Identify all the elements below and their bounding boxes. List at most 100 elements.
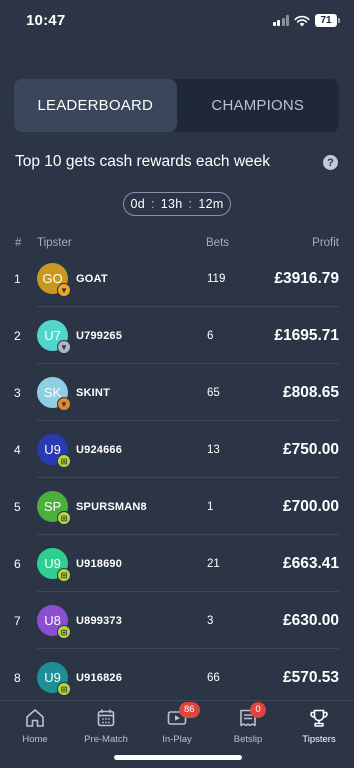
cash-reward-badge-icon: ⊞ <box>57 568 71 582</box>
cash-reward-badge-icon: ⊞ <box>57 511 71 525</box>
rank-number: 8 <box>14 670 21 685</box>
bets-count: 66 <box>207 671 220 684</box>
avatar[interactable]: GO ▼ <box>37 263 71 297</box>
nav-in-play[interactable]: 86 In-Play <box>142 702 212 745</box>
tipster-name: GOAT <box>76 272 108 285</box>
promo-text: Top 10 gets cash rewards each week <box>15 153 271 170</box>
avatar[interactable]: U9 ⊞ <box>37 662 71 696</box>
trophy-badge-icon: ▼ <box>57 283 71 297</box>
nav-pre-match[interactable]: Pre-Match <box>71 705 141 745</box>
rank-number: 2 <box>14 328 21 343</box>
leaderboard-row[interactable]: 1 GO ▼ GOAT 119 £3916.79 <box>0 250 354 307</box>
leaderboard-row[interactable]: 8 U9 ⊞ U916826 66 £570.53 <box>0 649 354 706</box>
profit-value: £3916.79 <box>274 269 339 287</box>
trophy-badge-icon: ▼ <box>57 397 71 411</box>
tipster-name: U924666 <box>76 443 123 456</box>
leaderboard-row[interactable]: 3 SK ▼ SKINT 65 £808.65 <box>0 364 354 421</box>
bets-count: 119 <box>207 272 226 285</box>
tipster-name: U918690 <box>76 557 123 570</box>
video-icon: 86 <box>164 702 200 731</box>
countdown-minutes: 12m <box>198 197 224 211</box>
nav-in-play-label: In-Play <box>162 734 192 745</box>
trophy-badge-icon: ▼ <box>57 340 71 354</box>
rank-number: 3 <box>14 385 21 400</box>
countdown-separator: : <box>188 197 193 211</box>
tab-leaderboard[interactable]: LEADERBOARD <box>14 79 177 132</box>
avatar[interactable]: U9 ⊞ <box>37 548 71 582</box>
rank-number: 4 <box>14 442 21 457</box>
profit-value: £750.00 <box>282 440 339 458</box>
nav-betslip[interactable]: 0 Betslip <box>213 702 283 745</box>
leaderboard-row[interactable]: 5 SP ⊞ SPURSMAN8 1 £700.00 <box>0 478 354 535</box>
profit-value: £1695.71 <box>274 326 339 344</box>
rank-number: 1 <box>14 271 21 286</box>
column-header-bets: Bets <box>206 237 230 249</box>
avatar-initials: U9 <box>44 670 61 685</box>
tipster-name: U799265 <box>76 329 123 342</box>
status-bar: 10:47 71 <box>0 0 354 44</box>
in-play-count-badge: 86 <box>179 702 200 718</box>
avatar[interactable]: SK ▼ <box>37 377 71 411</box>
profit-value: £570.53 <box>282 668 339 686</box>
bets-count: 65 <box>207 386 220 399</box>
bets-count: 6 <box>207 329 214 342</box>
avatar[interactable]: U9 ⊞ <box>37 434 71 468</box>
avatar-initials: U9 <box>44 556 61 571</box>
nav-tipsters[interactable]: Tipsters <box>284 705 354 745</box>
home-icon <box>22 705 48 731</box>
tipster-name: SKINT <box>76 386 110 399</box>
betslip-count-badge: 0 <box>250 702 266 718</box>
tipster-name: U899373 <box>76 614 123 627</box>
countdown-timer: 0d : 13h : 12m <box>123 192 231 216</box>
profit-value: £808.65 <box>282 383 339 401</box>
leaderboard-row[interactable]: 2 U7 ▼ U799265 6 £1695.71 <box>0 307 354 364</box>
bets-count: 3 <box>207 614 214 627</box>
bets-count: 13 <box>207 443 220 456</box>
rank-number: 7 <box>14 613 21 628</box>
calendar-icon <box>93 705 119 731</box>
nav-pre-match-label: Pre-Match <box>84 734 128 745</box>
countdown-hours: 13h <box>160 197 183 211</box>
avatar-initials: U9 <box>44 442 61 457</box>
column-header-tipster: Tipster <box>37 237 72 249</box>
nav-home[interactable]: Home <box>0 705 70 745</box>
cash-reward-badge-icon: ⊞ <box>57 625 71 639</box>
bets-count: 1 <box>207 500 214 513</box>
profit-value: £700.00 <box>282 497 339 515</box>
bottom-navigation: Home Pre-Match 86 In-Play 0 Betslip Tips… <box>0 700 354 768</box>
nav-betslip-label: Betslip <box>233 734 263 745</box>
status-time: 10:47 <box>26 12 66 29</box>
nav-home-label: Home <box>22 734 48 745</box>
cash-reward-badge-icon: ⊞ <box>57 454 71 468</box>
leaderboard-row[interactable]: 7 U8 ⊞ U899373 3 £630.00 <box>0 592 354 649</box>
cellular-signal-icon <box>272 15 289 26</box>
leaderboard-row[interactable]: 6 U9 ⊞ U918690 21 £663.41 <box>0 535 354 592</box>
leaderboard-row[interactable]: 4 U9 ⊞ U924666 13 £750.00 <box>0 421 354 478</box>
nav-tipsters-label: Tipsters <box>302 734 336 745</box>
tipster-name: U916826 <box>76 671 123 684</box>
countdown-days: 0d <box>130 197 145 211</box>
home-indicator <box>114 755 242 760</box>
avatar[interactable]: SP ⊞ <box>37 491 71 525</box>
battery-level: 71 <box>315 14 337 27</box>
battery-icon: 71 <box>315 14 340 27</box>
bets-count: 21 <box>207 557 220 570</box>
tab-champions[interactable]: CHAMPIONS <box>177 79 340 132</box>
avatar-initials: U8 <box>44 613 61 628</box>
avatar[interactable]: U7 ▼ <box>37 320 71 354</box>
help-icon[interactable]: ? <box>323 155 338 170</box>
rank-number: 6 <box>14 556 21 571</box>
betslip-icon: 0 <box>235 702 266 731</box>
countdown-separator: : <box>150 197 155 211</box>
leaderboard-segmented-control: LEADERBOARD CHAMPIONS <box>14 79 339 132</box>
profit-value: £630.00 <box>282 611 339 629</box>
status-icons: 71 <box>272 14 340 27</box>
avatar-initials: U7 <box>44 328 61 343</box>
profit-value: £663.41 <box>282 554 339 572</box>
wifi-icon <box>294 15 310 26</box>
column-header-rank: # <box>15 237 22 249</box>
column-header-profit: Profit <box>312 237 339 249</box>
tipster-name: SPURSMAN8 <box>76 500 147 513</box>
cash-reward-badge-icon: ⊞ <box>57 682 71 696</box>
avatar[interactable]: U8 ⊞ <box>37 605 71 639</box>
